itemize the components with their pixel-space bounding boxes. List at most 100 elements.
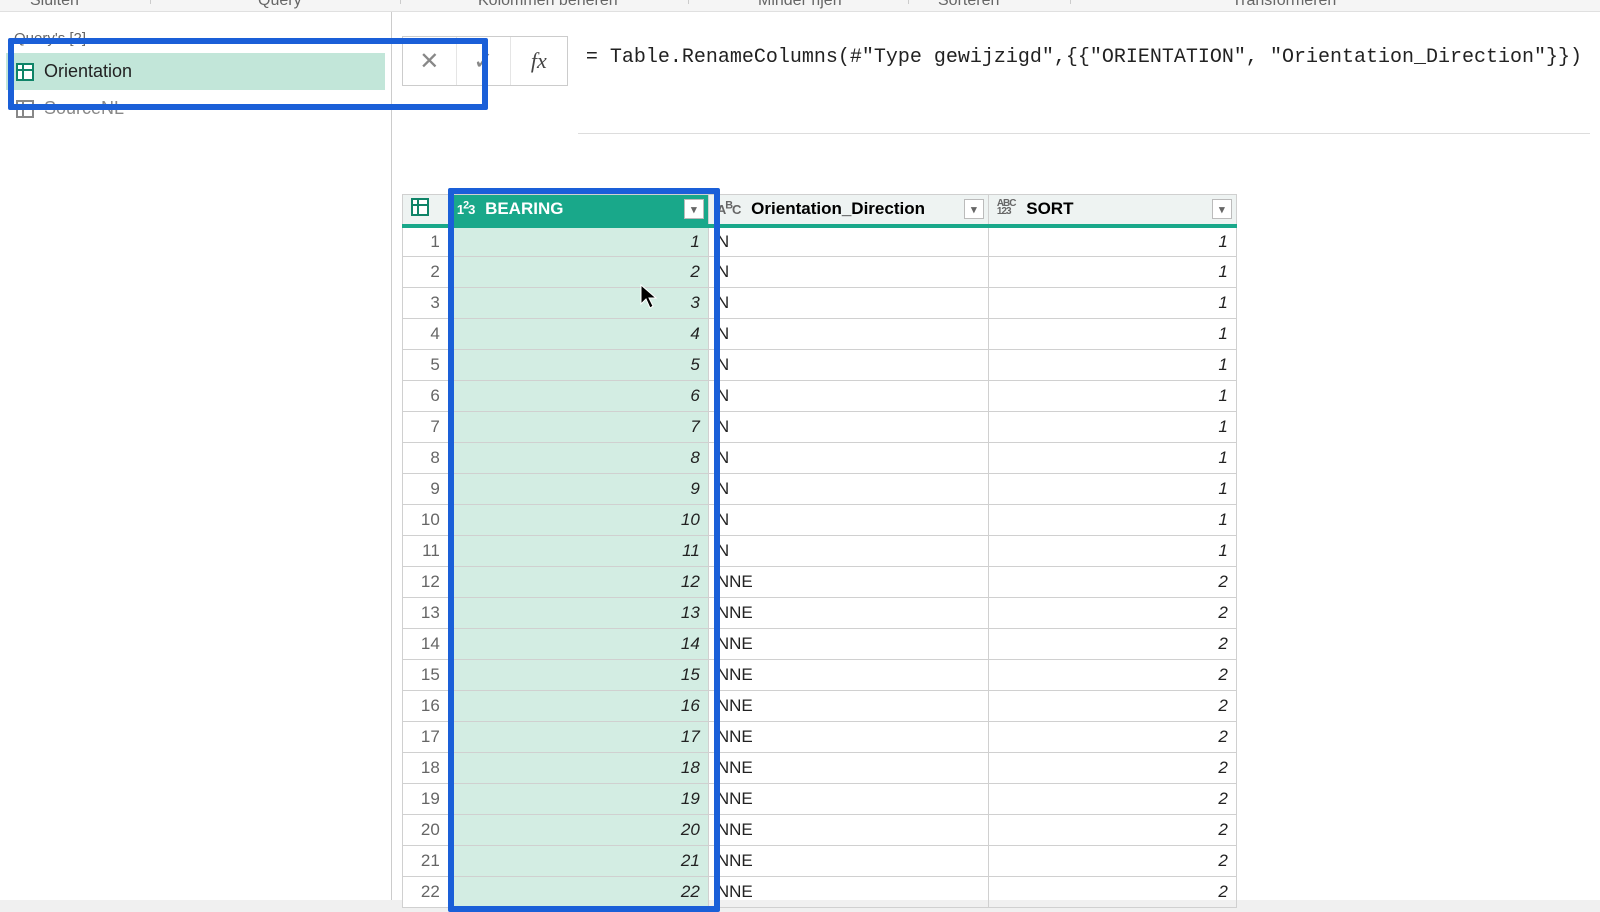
cell-sort[interactable]: 2 — [988, 567, 1236, 598]
cell-bearing[interactable]: 4 — [448, 319, 708, 350]
row-number-header[interactable] — [402, 195, 448, 226]
cell-bearing[interactable]: 10 — [448, 505, 708, 536]
cell-bearing[interactable]: 5 — [448, 350, 708, 381]
cell-bearing[interactable]: 1 — [448, 226, 708, 257]
cell-sort[interactable]: 2 — [988, 784, 1236, 815]
ribbon-group-transform: Transformeren — [1232, 0, 1336, 10]
table-row[interactable]: 2020NNE2 — [402, 815, 1236, 846]
filter-button[interactable]: ▾ — [1212, 199, 1232, 219]
cell-bearing[interactable]: 6 — [448, 381, 708, 412]
cell-orientation[interactable]: N — [708, 350, 988, 381]
cell-sort[interactable]: 1 — [988, 257, 1236, 288]
cell-bearing[interactable]: 11 — [448, 536, 708, 567]
cell-bearing[interactable]: 18 — [448, 753, 708, 784]
cell-orientation[interactable]: NNE — [708, 629, 988, 660]
row-number: 4 — [402, 319, 448, 350]
cell-bearing[interactable]: 15 — [448, 660, 708, 691]
filter-button[interactable]: ▾ — [964, 199, 984, 219]
cell-bearing[interactable]: 20 — [448, 815, 708, 846]
cell-orientation[interactable]: N — [708, 288, 988, 319]
table-row[interactable]: 77N1 — [402, 412, 1236, 443]
cell-orientation[interactable]: N — [708, 381, 988, 412]
table-row[interactable]: 55N1 — [402, 350, 1236, 381]
cell-orientation[interactable]: N — [708, 505, 988, 536]
cell-orientation[interactable]: NNE — [708, 722, 988, 753]
cell-sort[interactable]: 1 — [988, 443, 1236, 474]
cell-sort[interactable]: 2 — [988, 629, 1236, 660]
column-header-sort[interactable]: ABC123 SORT ▾ — [988, 195, 1236, 226]
cell-orientation[interactable]: N — [708, 257, 988, 288]
table-row[interactable]: 1010N1 — [402, 505, 1236, 536]
cell-sort[interactable]: 2 — [988, 815, 1236, 846]
table-row[interactable]: 33N1 — [402, 288, 1236, 319]
table-row[interactable]: 1111N1 — [402, 536, 1236, 567]
cell-orientation[interactable]: NNE — [708, 598, 988, 629]
cell-sort[interactable]: 1 — [988, 412, 1236, 443]
cell-sort[interactable]: 1 — [988, 474, 1236, 505]
cell-bearing[interactable]: 12 — [448, 567, 708, 598]
table-row[interactable]: 1414NNE2 — [402, 629, 1236, 660]
cell-sort[interactable]: 2 — [988, 877, 1236, 908]
cell-orientation[interactable]: N — [708, 474, 988, 505]
cell-sort[interactable]: 1 — [988, 381, 1236, 412]
cell-orientation[interactable]: NNE — [708, 815, 988, 846]
cell-sort[interactable]: 2 — [988, 846, 1236, 877]
cell-sort[interactable]: 1 — [988, 350, 1236, 381]
column-header-orientation[interactable]: ABC Orientation_Direction ▾ — [708, 195, 988, 226]
table-row[interactable]: 1313NNE2 — [402, 598, 1236, 629]
cell-orientation[interactable]: N — [708, 536, 988, 567]
table-row[interactable]: 1515NNE2 — [402, 660, 1236, 691]
cell-bearing[interactable]: 19 — [448, 784, 708, 815]
cell-orientation[interactable]: NNE — [708, 660, 988, 691]
cell-bearing[interactable]: 8 — [448, 443, 708, 474]
cell-sort[interactable]: 2 — [988, 691, 1236, 722]
cell-orientation[interactable]: NNE — [708, 784, 988, 815]
cell-orientation[interactable]: NNE — [708, 567, 988, 598]
cell-orientation[interactable]: NNE — [708, 877, 988, 908]
data-grid[interactable]: 123 BEARING ▾ ABC Orientation_Direction … — [402, 194, 1237, 908]
cell-sort[interactable]: 2 — [988, 722, 1236, 753]
cell-orientation[interactable]: N — [708, 226, 988, 257]
cell-orientation[interactable]: NNE — [708, 846, 988, 877]
cell-sort[interactable]: 2 — [988, 598, 1236, 629]
table-row[interactable]: 2222NNE2 — [402, 877, 1236, 908]
table-row[interactable]: 1818NNE2 — [402, 753, 1236, 784]
table-row[interactable]: 1717NNE2 — [402, 722, 1236, 753]
table-row[interactable]: 11N1 — [402, 226, 1236, 257]
table-row[interactable]: 2121NNE2 — [402, 846, 1236, 877]
table-row[interactable]: 88N1 — [402, 443, 1236, 474]
formula-input[interactable]: = Table.RenameColumns(#"Type gewijzigd",… — [578, 36, 1590, 134]
cell-bearing[interactable]: 3 — [448, 288, 708, 319]
cell-bearing[interactable]: 2 — [448, 257, 708, 288]
cell-bearing[interactable]: 22 — [448, 877, 708, 908]
column-header-bearing[interactable]: 123 BEARING ▾ — [448, 195, 708, 226]
cell-bearing[interactable]: 7 — [448, 412, 708, 443]
cell-sort[interactable]: 2 — [988, 660, 1236, 691]
filter-button[interactable]: ▾ — [684, 199, 704, 219]
cell-orientation[interactable]: NNE — [708, 691, 988, 722]
cell-bearing[interactable]: 17 — [448, 722, 708, 753]
table-row[interactable]: 1919NNE2 — [402, 784, 1236, 815]
cell-orientation[interactable]: N — [708, 412, 988, 443]
cell-bearing[interactable]: 9 — [448, 474, 708, 505]
table-row[interactable]: 44N1 — [402, 319, 1236, 350]
cell-sort[interactable]: 1 — [988, 319, 1236, 350]
cell-bearing[interactable]: 21 — [448, 846, 708, 877]
cell-bearing[interactable]: 14 — [448, 629, 708, 660]
table-row[interactable]: 1616NNE2 — [402, 691, 1236, 722]
cell-bearing[interactable]: 13 — [448, 598, 708, 629]
table-row[interactable]: 1212NNE2 — [402, 567, 1236, 598]
cell-bearing[interactable]: 16 — [448, 691, 708, 722]
cell-orientation[interactable]: N — [708, 443, 988, 474]
cell-sort[interactable]: 1 — [988, 505, 1236, 536]
cell-sort[interactable]: 2 — [988, 753, 1236, 784]
cell-orientation[interactable]: NNE — [708, 753, 988, 784]
cell-orientation[interactable]: N — [708, 319, 988, 350]
cell-sort[interactable]: 1 — [988, 288, 1236, 319]
fx-icon[interactable]: fx — [511, 37, 567, 85]
table-row[interactable]: 22N1 — [402, 257, 1236, 288]
table-row[interactable]: 99N1 — [402, 474, 1236, 505]
cell-sort[interactable]: 1 — [988, 536, 1236, 567]
cell-sort[interactable]: 1 — [988, 226, 1236, 257]
table-row[interactable]: 66N1 — [402, 381, 1236, 412]
